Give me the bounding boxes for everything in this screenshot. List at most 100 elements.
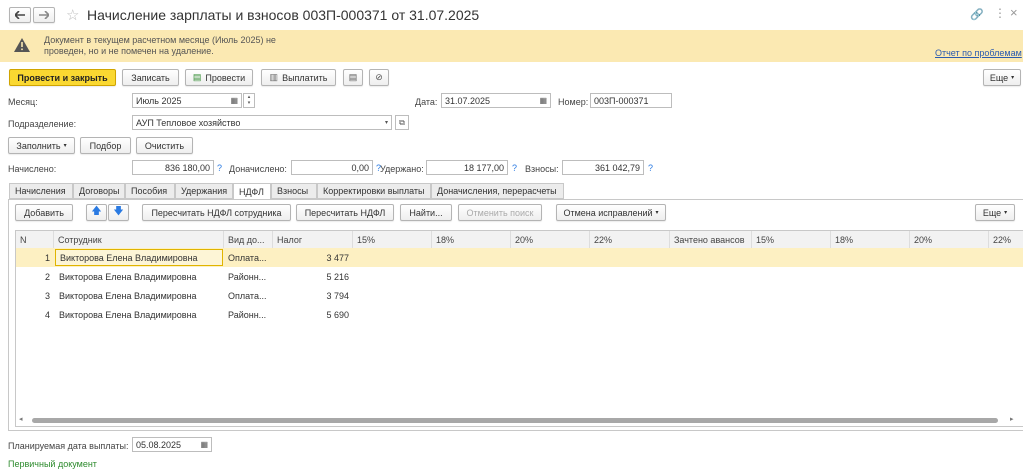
recalc-employee-button[interactable]: Пересчитать НДФЛ сотрудника (142, 204, 291, 221)
tab-deductions[interactable]: Удержания (175, 183, 233, 199)
additional-field: 0,00 (291, 160, 373, 175)
row-employee[interactable]: Викторова Елена Владимировна (55, 249, 223, 266)
column-header-22[interactable]: 22% (590, 231, 670, 248)
tab-benefits[interactable]: Пособия (125, 183, 175, 199)
move-up-button[interactable]: 🡅 (86, 204, 107, 221)
pay-icon: ▥ (269, 72, 279, 82)
scroll-thumb[interactable] (32, 418, 998, 423)
recalc-button[interactable]: Пересчитать НДФЛ (296, 204, 394, 221)
row-kind[interactable]: Районн... (224, 305, 273, 324)
dropdown-icon: ▾ (655, 210, 659, 216)
clear-button[interactable]: Очистить (136, 137, 193, 154)
contrib-field: 361 042,79 (562, 160, 644, 175)
report-button[interactable]: ▤ (343, 69, 363, 86)
calendar-icon[interactable]: ▦ (200, 440, 208, 449)
open-icon[interactable]: ⧉ (395, 115, 409, 130)
row-employee[interactable]: Викторова Елена Владимировна (55, 305, 223, 324)
row-kind[interactable]: Районн... (224, 267, 273, 286)
month-field[interactable]: Июль 2025 ▦ (132, 93, 242, 108)
additional-label: Доначислено: (229, 164, 287, 174)
problems-report-link[interactable]: Отчет по проблемам (935, 48, 1022, 58)
more-button[interactable]: Еще ▾ (983, 69, 1021, 86)
post-label: Провести (205, 72, 246, 83)
forward-arrow-icon (39, 11, 49, 19)
column-header-20[interactable]: 20% (511, 231, 590, 248)
table-row[interactable]: 1 Викторова Елена Владимировна Оплата...… (16, 248, 1023, 267)
cancel-search-button[interactable]: Отменить поиск (458, 204, 542, 221)
help-icon[interactable]: ? (217, 163, 222, 173)
pay-button[interactable]: ▥ Выплатить (261, 69, 336, 86)
row-kind[interactable]: Оплата... (224, 286, 273, 305)
table-row[interactable]: 2 Викторова Елена Владимировна Районн...… (16, 267, 1023, 286)
column-header-adv-18[interactable]: 18% (831, 231, 910, 248)
column-header-adv-22[interactable]: 22% (989, 231, 1023, 248)
select-button[interactable]: Подбор (80, 137, 131, 154)
row-tax[interactable]: 3 794 (273, 286, 353, 305)
attach-button[interactable]: ⊘ (369, 69, 389, 86)
column-header-kind[interactable]: Вид до... (224, 231, 273, 248)
fill-button[interactable]: Заполнить ▾ (8, 137, 75, 154)
number-label: Номер: (558, 97, 589, 107)
tab-contracts[interactable]: Договоры (73, 183, 125, 199)
post-button[interactable]: ▤ Провести (185, 69, 253, 86)
tab-accruals[interactable]: Начисления (9, 183, 73, 199)
grid-more-label: Еще (982, 207, 1002, 218)
column-header-employee[interactable]: Сотрудник (54, 231, 224, 248)
month-value: Июль 2025 (136, 95, 182, 106)
row-tax[interactable]: 5 690 (273, 305, 353, 324)
row-tax[interactable]: 5 216 (273, 267, 353, 286)
column-header-15[interactable]: 15% (353, 231, 432, 248)
move-down-button[interactable]: 🡇 (108, 204, 129, 221)
link-icon[interactable]: 🔗 (970, 8, 984, 21)
tab-ndfl[interactable]: НДФЛ (233, 183, 271, 200)
row-tax[interactable]: 3 477 (273, 248, 353, 267)
table-row[interactable]: 3 Викторова Елена Владимировна Оплата...… (16, 286, 1023, 305)
pay-date-field[interactable]: 05.08.2025 ▦ (132, 437, 212, 452)
row-employee[interactable]: Викторова Елена Владимировна (55, 286, 223, 305)
tab-recalculations[interactable]: Доначисления, перерасчеты (431, 183, 564, 199)
calendar-icon[interactable]: ▦ (230, 96, 238, 105)
add-button[interactable]: Добавить (15, 204, 73, 221)
department-field[interactable]: АУП Тепловое хозяйство ▾ (132, 115, 392, 130)
paperclip-icon: ⊘ (375, 72, 383, 82)
save-button[interactable]: Записать (122, 69, 179, 86)
calendar-icon[interactable]: ▦ (539, 96, 547, 105)
month-stepper[interactable]: ▴ ▾ (243, 93, 255, 108)
help-icon[interactable]: ? (512, 163, 517, 173)
column-header-18[interactable]: 18% (432, 231, 511, 248)
department-label: Подразделение: (8, 119, 77, 129)
back-button[interactable] (9, 7, 31, 23)
column-header-adv-20[interactable]: 20% (910, 231, 989, 248)
help-icon[interactable]: ? (648, 163, 653, 173)
post-and-close-button[interactable]: Провести и закрыть (9, 69, 116, 86)
contrib-label: Взносы: (525, 164, 559, 174)
forward-button[interactable] (33, 7, 55, 23)
column-header-adv-15[interactable]: 15% (752, 231, 831, 248)
window-title: Начисление зарплаты и взносов 003П-00037… (87, 7, 480, 23)
cancel-corrections-button[interactable]: Отмена исправлений ▾ (556, 204, 666, 221)
column-header-advances[interactable]: Зачтено авансов (670, 231, 752, 248)
number-field[interactable]: 003П-000371 (590, 93, 672, 108)
withheld-label: Удержано: (380, 164, 424, 174)
row-employee[interactable]: Викторова Елена Владимировна (55, 267, 223, 286)
close-icon[interactable]: × (1010, 5, 1018, 20)
chevron-down-icon[interactable]: ▾ (385, 119, 388, 126)
scroll-right-icon[interactable]: ▸ (1010, 415, 1014, 423)
menu-dots-icon[interactable]: ⋮ (994, 6, 1006, 20)
column-header-n[interactable]: N (16, 231, 54, 248)
warning-icon (14, 38, 30, 52)
grid-more-button[interactable]: Еще ▾ (975, 204, 1015, 221)
find-button[interactable]: Найти... (400, 204, 452, 221)
tab-contributions[interactable]: Взносы (271, 183, 317, 199)
row-number: 2 (44, 271, 50, 282)
scroll-left-icon[interactable]: ◂ (19, 415, 23, 423)
favorite-star-icon[interactable]: ☆ (66, 6, 79, 24)
row-kind[interactable]: Оплата... (224, 248, 273, 267)
tab-payment-corrections[interactable]: Корректировки выплаты (317, 183, 431, 199)
row-number: 4 (44, 309, 50, 320)
table-row[interactable]: 4 Викторова Елена Владимировна Районн...… (16, 305, 1023, 324)
date-field[interactable]: 31.07.2025 ▦ (441, 93, 551, 108)
month-label: Месяц: (8, 97, 38, 107)
horizontal-scrollbar[interactable]: ◂ ▸ (16, 416, 1023, 424)
column-header-tax[interactable]: Налог (273, 231, 353, 248)
